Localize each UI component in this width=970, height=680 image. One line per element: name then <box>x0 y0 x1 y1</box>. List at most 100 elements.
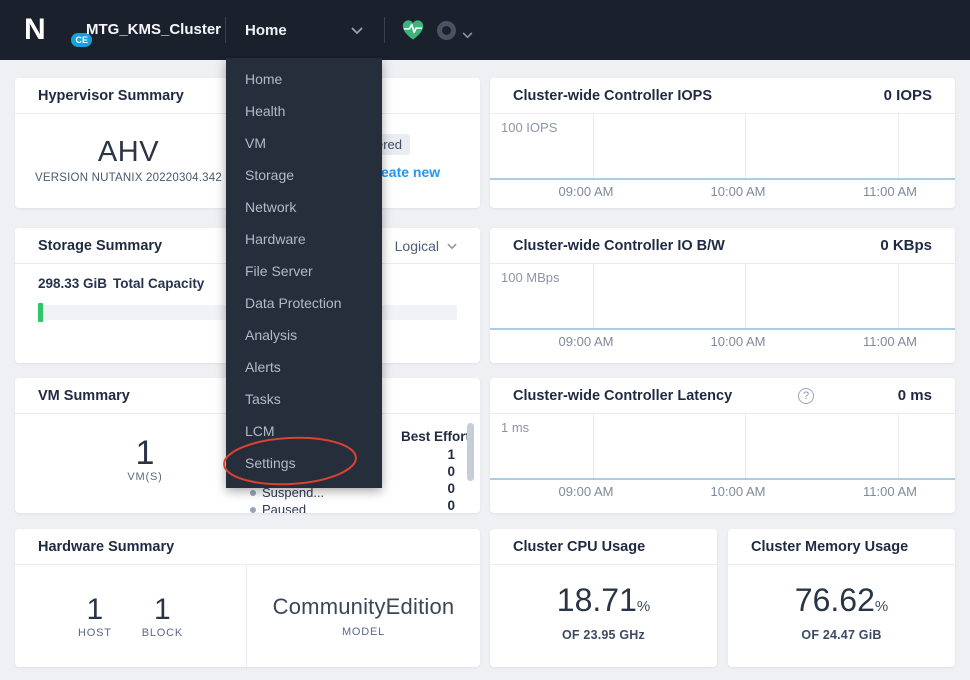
vm-count-label: VM(S) <box>127 471 163 483</box>
x-axis-tick: 11:00 AM <box>863 484 917 499</box>
controller-latency-card: Cluster-wide Controller Latency ? 0 ms 1… <box>490 378 955 513</box>
menu-item-vm[interactable]: VM <box>226 127 382 159</box>
vm-column-value: 1 <box>447 447 455 462</box>
x-axis-tick: 11:00 AM <box>863 184 917 199</box>
create-new-link[interactable]: eate new <box>381 164 440 180</box>
chart-gridline <box>593 414 594 478</box>
cpu-capacity-label: OF 23.95 GHz <box>562 628 645 642</box>
menu-item-home[interactable]: Home <box>226 63 382 95</box>
card-title: Hardware Summary <box>38 539 175 555</box>
vm-count: 1 <box>135 434 155 472</box>
card-title: Cluster Memory Usage <box>751 539 909 555</box>
storage-view-selector[interactable]: Logical <box>395 228 457 264</box>
model-name: CommunityEdition <box>272 594 455 619</box>
menu-item-hardware[interactable]: Hardware <box>226 223 382 255</box>
menu-item-analysis[interactable]: Analysis <box>226 319 382 351</box>
menu-item-health[interactable]: Health <box>226 95 382 127</box>
total-capacity-line: 298.33 GiB Total Capacity <box>38 276 204 291</box>
card-title: Cluster-wide Controller IO B/W <box>513 238 725 254</box>
card-header: Cluster-wide Controller Latency ? 0 ms <box>490 378 955 414</box>
x-axis-tick: 09:00 AM <box>558 184 614 199</box>
cluster-memory-usage-card: Cluster Memory Usage 76.62% OF 24.47 GiB <box>728 529 955 667</box>
host-stat: 1 HOST <box>78 593 112 639</box>
menu-item-network[interactable]: Network <box>226 191 382 223</box>
hypervisor-version: VERSION NUTANIX 20220304.342 <box>35 172 222 184</box>
card-header: Hardware Summary <box>15 529 480 565</box>
chart-gridline <box>593 264 594 328</box>
card-title: VM Summary <box>38 388 130 404</box>
chart-gridline <box>745 414 746 478</box>
hypervisor-summary-card: Hypervisor Summary AHV VERSION NUTANIX 2… <box>15 78 242 208</box>
current-latency-value: 0 ms <box>897 387 932 404</box>
vm-state-label: Paused <box>262 502 307 513</box>
storage-view-selected: Logical <box>394 238 439 254</box>
nutanix-logo-letter: N <box>24 13 46 46</box>
vm-column-value: 0 <box>447 498 455 513</box>
host-count: 1 <box>86 593 104 626</box>
nutanix-logo: N CE <box>24 13 94 49</box>
scrollbar-thumb[interactable] <box>467 423 474 481</box>
hardware-model: CommunityEdition MODEL <box>247 565 480 667</box>
chart-gridline <box>745 114 746 178</box>
block-count: 1 <box>154 593 171 626</box>
chevron-down-icon <box>351 22 363 39</box>
current-iobw-value: 0 KBps <box>880 237 932 254</box>
card-title: Storage Summary <box>38 238 163 254</box>
percent-unit: % <box>874 598 889 615</box>
hypervisor-name: AHV <box>97 136 160 168</box>
memory-capacity-label: OF 24.47 GiB <box>801 628 882 642</box>
y-axis-max-label: 100 MBps <box>501 270 560 285</box>
card-header: Cluster Memory Usage <box>728 529 955 565</box>
cluster-cpu-usage-card: Cluster CPU Usage 18.71% OF 23.95 GHz <box>490 529 717 667</box>
hardware-counts: 1 HOST 1 BLOCK <box>15 565 247 667</box>
x-axis-tick: 10:00 AM <box>710 184 766 199</box>
card-header: Hypervisor Summary <box>15 78 242 114</box>
current-iops-value: 0 IOPS <box>883 87 932 104</box>
percent-unit: % <box>636 598 651 615</box>
menu-item-tasks[interactable]: Tasks <box>226 383 382 415</box>
model-label: MODEL <box>341 626 386 638</box>
nav-section-dropdown[interactable]: Home <box>245 0 363 60</box>
capacity-value: 298.33 GiB <box>38 276 108 291</box>
help-icon[interactable]: ? <box>798 388 814 404</box>
menu-item-data-protection[interactable]: Data Protection <box>226 287 382 319</box>
x-axis-tick: 10:00 AM <box>710 484 766 499</box>
capacity-label: Total Capacity <box>113 276 205 291</box>
chart-gridline <box>593 114 594 178</box>
navbar-divider <box>225 17 226 43</box>
vm-column-header: Best Effort <box>400 429 470 444</box>
block-stat: 1 BLOCK <box>142 593 183 639</box>
settings-annotation-ellipse <box>217 432 363 495</box>
controller-iobw-card: Cluster-wide Controller IO B/W 0 KBps 10… <box>490 228 955 363</box>
memory-usage-value: 76.62% <box>728 582 955 619</box>
menu-item-alerts[interactable]: Alerts <box>226 351 382 383</box>
bullet-icon <box>250 506 256 513</box>
health-heart-icon[interactable] <box>401 19 425 41</box>
storage-used-indicator <box>38 303 43 322</box>
user-menu-chevron-icon[interactable] <box>462 26 473 44</box>
menu-item-file-server[interactable]: File Server <box>226 255 382 287</box>
chart-baseline <box>490 328 955 330</box>
controller-iops-card: Cluster-wide Controller IOPS 0 IOPS 100 … <box>490 78 955 208</box>
block-label: BLOCK <box>141 627 184 639</box>
nav-section-label: Home <box>245 21 287 39</box>
card-title: Cluster-wide Controller Latency <box>513 388 733 404</box>
memory-percent: 76.62 <box>794 582 875 618</box>
x-axis-tick: 09:00 AM <box>558 334 614 349</box>
vm-column-value: 0 <box>447 464 455 479</box>
card-header: Cluster CPU Usage <box>490 529 717 565</box>
vm-state-row: Paused <box>250 502 306 513</box>
x-axis-tick: 10:00 AM <box>710 334 766 349</box>
home-dropdown-menu: Home Health VM Storage Network Hardware … <box>226 58 382 488</box>
card-title: Cluster CPU Usage <box>513 539 646 555</box>
card-header: Cluster-wide Controller IO B/W 0 KBps <box>490 228 955 264</box>
x-axis-tick: 11:00 AM <box>863 334 917 349</box>
menu-item-storage[interactable]: Storage <box>226 159 382 191</box>
chart-gridline <box>898 264 899 328</box>
card-header: Cluster-wide Controller IOPS 0 IOPS <box>490 78 955 114</box>
cluster-name: MTG_KMS_Cluster <box>86 21 222 38</box>
card-title: Cluster-wide Controller IOPS <box>513 88 712 104</box>
chart-baseline <box>490 478 955 480</box>
user-avatar-icon[interactable] <box>437 21 456 40</box>
y-axis-max-label: 100 IOPS <box>501 120 558 135</box>
